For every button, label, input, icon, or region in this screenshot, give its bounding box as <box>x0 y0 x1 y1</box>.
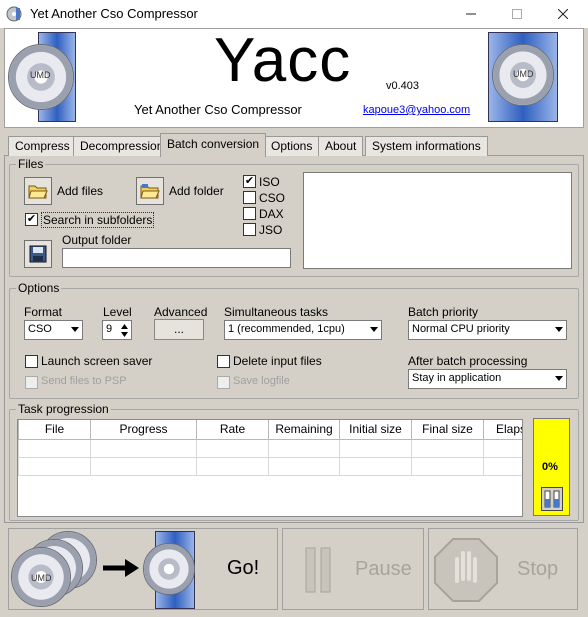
format-iso-checkbox[interactable]: ✔ <box>243 175 256 188</box>
batch-priority-label: Batch priority <box>408 305 479 319</box>
add-files-label: Add files <box>57 184 104 198</box>
go-label: Go! <box>227 557 260 579</box>
compressor-logo-right: UMD <box>488 32 568 124</box>
app-icon <box>6 6 22 22</box>
stop-hand-icon <box>434 538 498 602</box>
version-label: v0.403 <box>386 80 420 92</box>
save-logfile-checkbox[interactable] <box>217 376 230 389</box>
tab-options[interactable]: Options <box>264 136 320 156</box>
table-row <box>18 456 522 476</box>
overall-progress-indicator: 0% <box>533 418 570 516</box>
add-folder-label: Add folder <box>169 184 224 198</box>
level-spinner[interactable]: 9 <box>102 320 132 340</box>
advanced-label: Advanced <box>154 305 208 319</box>
launch-screensaver-label: Launch screen saver <box>41 354 153 368</box>
tab-batch-conversion[interactable]: Batch conversion <box>160 133 267 157</box>
format-select[interactable]: CSO <box>24 320 83 340</box>
advanced-button[interactable]: ... <box>154 319 204 340</box>
file-list-box[interactable] <box>303 172 572 269</box>
compressor-logo-left: UMD <box>8 32 88 124</box>
minimize-icon <box>466 13 476 15</box>
after-batch-label: After batch processing <box>408 354 528 368</box>
pause-label: Pause <box>355 558 412 580</box>
delete-input-checkbox[interactable] <box>217 355 230 368</box>
go-button[interactable]: UMD Go! <box>8 528 278 610</box>
overall-progress-percent: 0% <box>542 461 558 473</box>
minimize-button[interactable] <box>448 0 494 28</box>
task-list-header: File Progress Rate Remaining Initial siz… <box>18 420 522 440</box>
batch-priority-select[interactable]: Normal CPU priority <box>408 320 567 340</box>
stop-label: Stop <box>517 558 559 580</box>
column-header-progress[interactable]: Progress <box>90 420 197 440</box>
options-group-label: Options <box>16 281 62 295</box>
output-folder-input[interactable] <box>62 248 291 268</box>
chevron-down-icon <box>370 327 378 332</box>
column-header-elapsed[interactable]: Elaps <box>483 420 522 440</box>
chevron-down-icon <box>71 327 79 332</box>
column-header-final-size[interactable]: Final size <box>411 420 484 440</box>
column-header-rate[interactable]: Rate <box>196 420 269 440</box>
add-folder-button[interactable] <box>136 177 164 205</box>
stop-button[interactable]: Stop <box>428 528 578 610</box>
pause-button[interactable]: Pause <box>282 528 424 610</box>
output-folder-label: Output folder <box>62 233 132 247</box>
tab-compress[interactable]: Compress <box>8 136 77 156</box>
task-progression-label: Task progression <box>16 402 111 416</box>
gauge-icon <box>541 487 563 511</box>
column-header-initial-size[interactable]: Initial size <box>339 420 412 440</box>
format-jso-checkbox[interactable] <box>243 223 256 236</box>
floppy-disk-icon <box>29 245 47 263</box>
simultaneous-tasks-label: Simultaneous tasks <box>224 305 329 319</box>
close-button[interactable] <box>540 0 586 28</box>
window-title: Yet Another Cso Compressor <box>30 6 198 21</box>
files-group-label: Files <box>16 157 46 171</box>
app-subtitle: Yet Another Cso Compressor <box>134 102 302 117</box>
arrow-right-icon <box>103 559 139 577</box>
app-logo-text: Yacc <box>214 26 352 95</box>
format-dax-label: DAX <box>259 207 284 221</box>
format-iso-label: ISO <box>259 175 280 189</box>
task-list-view[interactable]: File Progress Rate Remaining Initial siz… <box>17 419 523 517</box>
output-folder-save-button[interactable] <box>24 240 52 268</box>
after-batch-select[interactable]: Stay in application <box>408 369 567 389</box>
column-header-remaining[interactable]: Remaining <box>268 420 340 440</box>
maximize-button[interactable] <box>494 0 540 28</box>
folder-add-icon <box>140 184 160 199</box>
column-header-file[interactable]: File <box>18 420 91 440</box>
send-psp-label: Send files to PSP <box>41 375 127 387</box>
format-cso-checkbox[interactable] <box>243 191 256 204</box>
author-email-link[interactable]: kapoue3@yahoo.com <box>363 104 470 116</box>
folder-open-icon <box>28 185 48 199</box>
pause-icon <box>305 547 331 593</box>
chevron-down-icon <box>555 376 563 381</box>
level-label: Level <box>103 305 132 319</box>
simultaneous-tasks-select[interactable]: 1 (recommended, 1cpu) <box>224 320 382 340</box>
send-psp-checkbox[interactable] <box>25 376 38 389</box>
save-logfile-label: Save logfile <box>233 375 290 387</box>
tab-system-informations[interactable]: System informations <box>365 136 488 156</box>
spinner-arrows-icon <box>121 324 128 337</box>
launch-screensaver-checkbox[interactable] <box>25 355 38 368</box>
format-cso-label: CSO <box>259 191 286 205</box>
search-subfolders-checkbox[interactable]: ✔ <box>25 213 38 226</box>
format-jso-label: JSO <box>259 223 283 237</box>
table-row <box>18 438 522 458</box>
title-bar: Yet Another Cso Compressor <box>0 0 588 28</box>
tab-decompression[interactable]: Decompression <box>73 136 171 156</box>
add-files-button[interactable] <box>24 177 52 205</box>
format-label: Format <box>24 305 63 319</box>
tab-about[interactable]: About <box>318 136 364 156</box>
close-icon <box>558 9 568 19</box>
chevron-down-icon <box>555 327 563 332</box>
search-subfolders-label[interactable]: Search in subfolders <box>41 212 155 228</box>
maximize-icon <box>512 9 522 19</box>
delete-input-label: Delete input files <box>233 354 322 368</box>
format-dax-checkbox[interactable] <box>243 207 256 220</box>
